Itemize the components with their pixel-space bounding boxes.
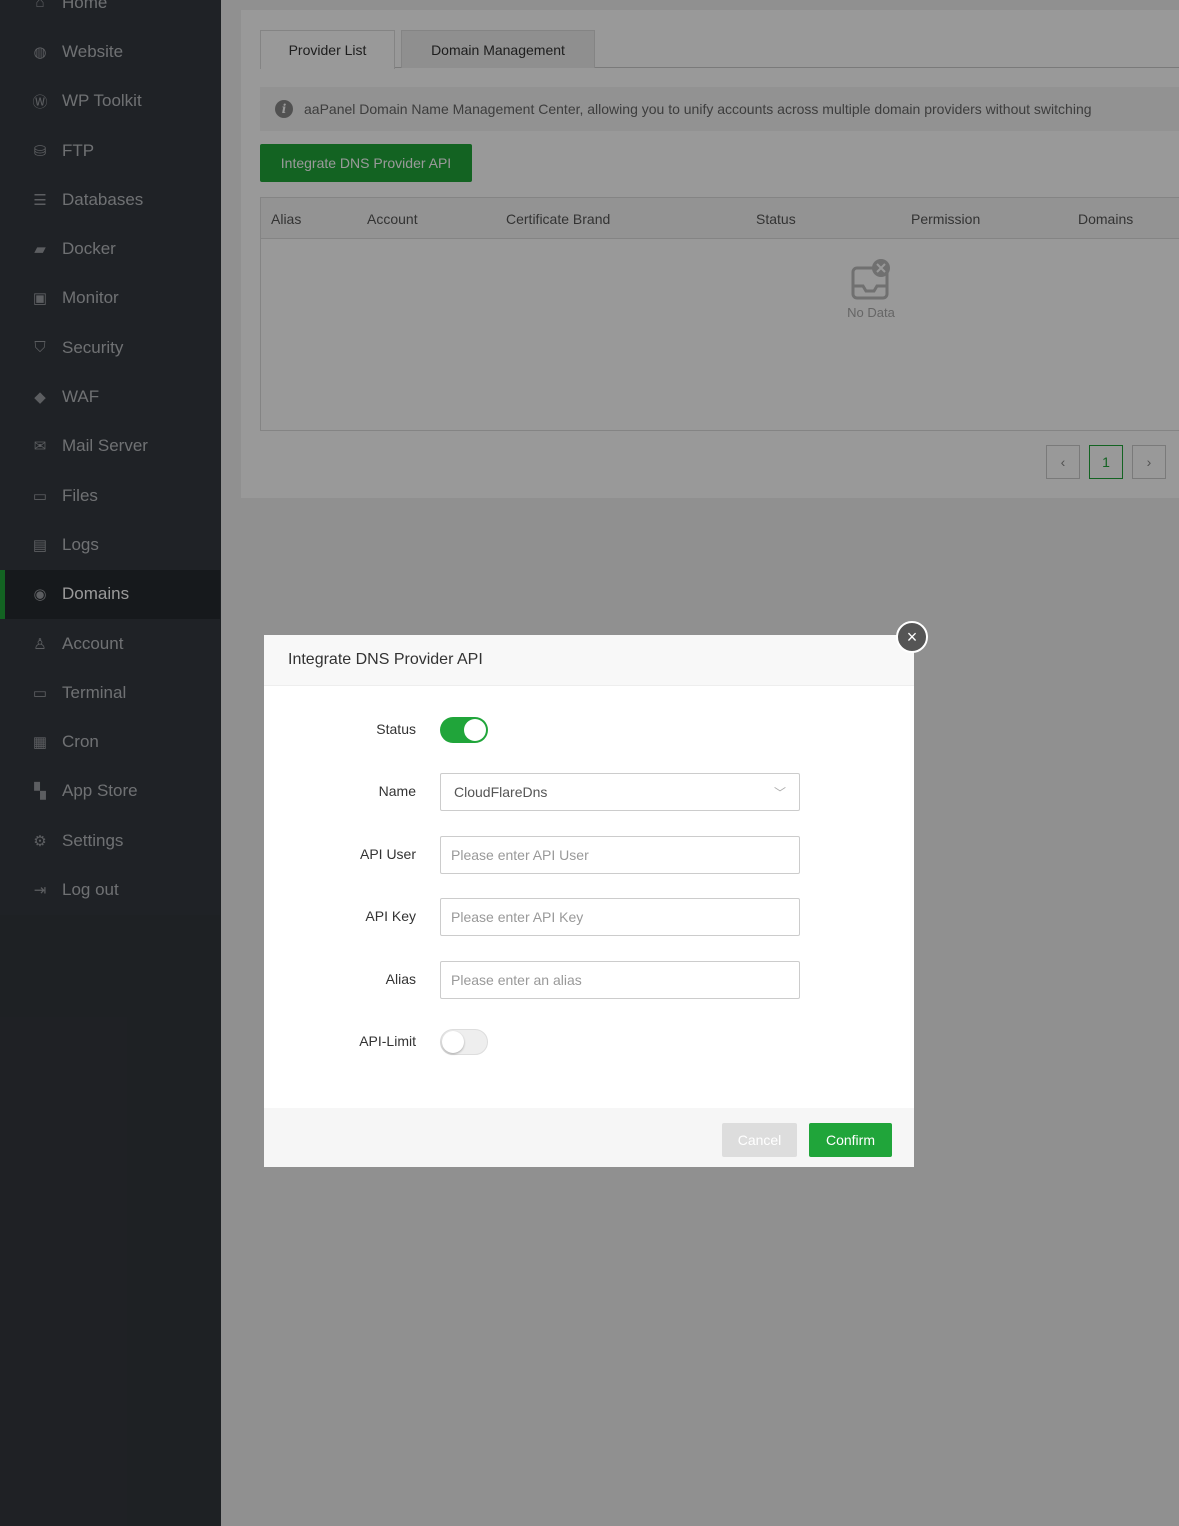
name-label: Name bbox=[378, 783, 416, 799]
confirm-button[interactable]: Confirm bbox=[809, 1123, 892, 1157]
close-icon[interactable]: × bbox=[896, 621, 928, 653]
api-limit-toggle[interactable] bbox=[440, 1029, 488, 1055]
alias-label: Alias bbox=[385, 971, 416, 987]
name-row: Name CloudFlareDns ﹀ bbox=[264, 773, 914, 811]
status-row: Status bbox=[264, 711, 914, 749]
api-key-label: API Key bbox=[365, 908, 416, 924]
status-label: Status bbox=[376, 721, 416, 737]
api-user-input[interactable] bbox=[440, 836, 800, 874]
api-limit-label: API-Limit bbox=[359, 1033, 416, 1049]
cancel-button[interactable]: Cancel bbox=[722, 1123, 797, 1157]
api-user-label: API User bbox=[359, 846, 416, 862]
alias-input[interactable] bbox=[440, 961, 800, 999]
api-limit-row: API-Limit bbox=[264, 1023, 914, 1061]
api-user-row: API User bbox=[264, 836, 914, 874]
status-toggle[interactable] bbox=[440, 717, 488, 743]
chevron-down-icon: ﹀ bbox=[773, 786, 786, 800]
dialog-title: Integrate DNS Provider API bbox=[264, 635, 914, 686]
integrate-dns-dialog: Integrate DNS Provider API × Status Name… bbox=[264, 621, 928, 1167]
api-key-row: API Key bbox=[264, 898, 914, 936]
api-key-input[interactable] bbox=[440, 898, 800, 936]
dialog-footer: Cancel Confirm bbox=[264, 1108, 914, 1167]
name-select[interactable]: CloudFlareDns ﹀ bbox=[440, 773, 800, 811]
alias-row: Alias bbox=[264, 961, 914, 999]
name-select-value: CloudFlareDns bbox=[454, 784, 548, 800]
